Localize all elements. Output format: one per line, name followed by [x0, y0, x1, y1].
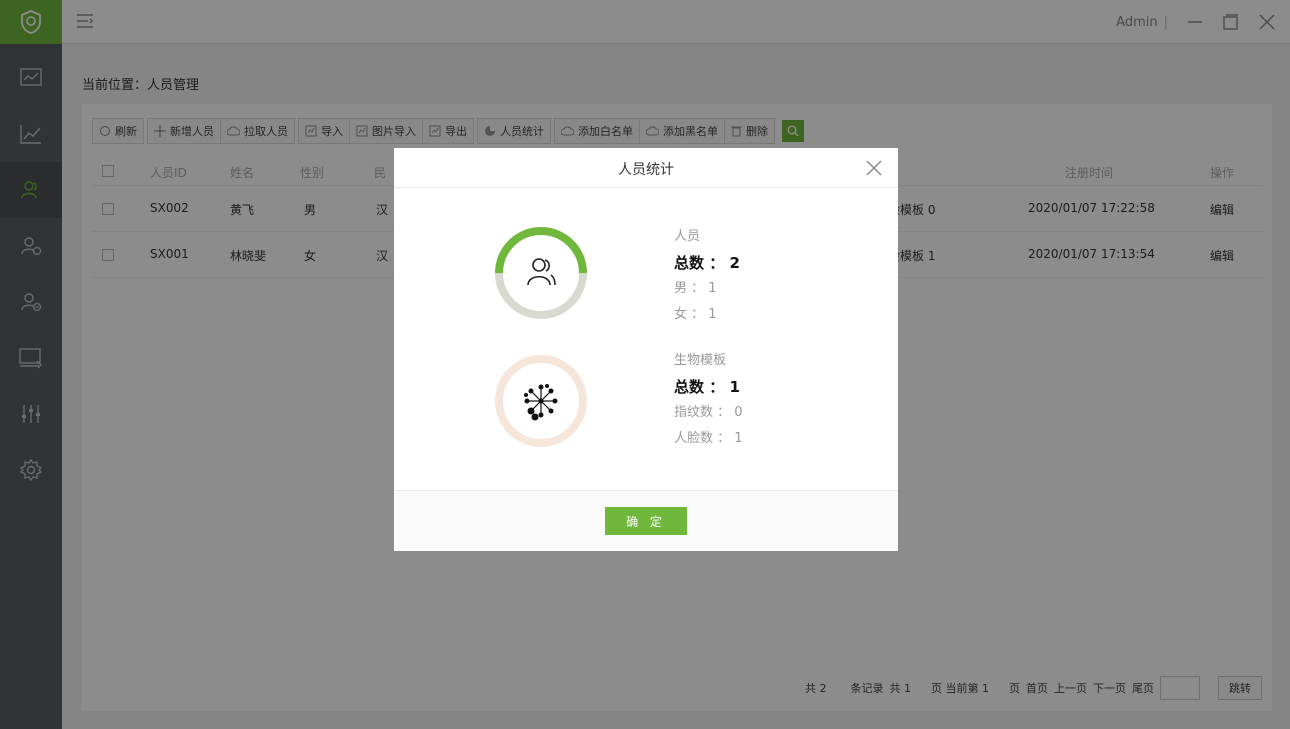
close-icon[interactable]	[864, 158, 884, 178]
biometric-icon	[524, 384, 558, 421]
persons-male: 男 ： 1	[674, 281, 717, 296]
dialog-title: 人员统计	[618, 162, 674, 178]
templates-label: 生物模板	[674, 353, 727, 368]
persons-total: 总数 ： 2	[674, 254, 740, 272]
dialog-header: 人员统计	[394, 148, 898, 188]
confirm-button[interactable]: 确 定	[605, 507, 687, 535]
templates-fingerprint: 指纹数 ： 0	[674, 405, 743, 420]
users-icon	[527, 258, 556, 286]
persons-ring-chart	[495, 227, 587, 319]
templates-face: 人脸数 ： 1	[674, 431, 743, 446]
dialog-footer: 确 定	[394, 491, 898, 551]
templates-stats: 生物模板 总数 ： 1 指纹数 ： 0 人脸数 ： 1	[674, 348, 743, 452]
persons-female: 女 ： 1	[674, 307, 717, 322]
persons-stats: 人员 总数 ： 2 男 ： 1 女 ： 1	[674, 224, 740, 328]
templates-total: 总数 ： 1	[674, 378, 740, 396]
persons-label: 人员	[674, 229, 701, 244]
dialog-body: 人员 总数 ： 2 男 ： 1 女 ： 1 生物模板 总数 ： 1 指纹数 ： …	[394, 188, 898, 491]
statistics-dialog: 人员统计 人员 总数 ： 2 男 ： 1 女 ： 1 生物模板 总数 ： 1 指…	[394, 148, 898, 551]
persons-ring-male-arc	[495, 227, 587, 274]
templates-ring-chart	[495, 355, 587, 447]
